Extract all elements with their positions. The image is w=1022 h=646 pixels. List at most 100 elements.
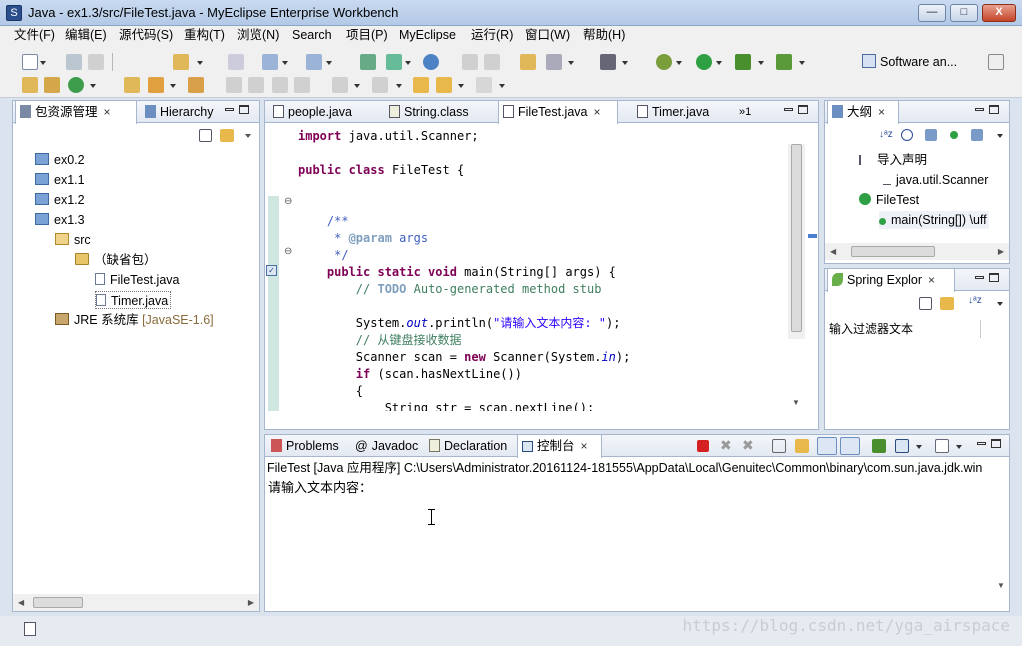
- back-icon[interactable]: [436, 77, 452, 93]
- pencil-icon[interactable]: [248, 77, 264, 93]
- search-dropdown-icon[interactable]: [326, 61, 332, 65]
- tree-item-src[interactable]: src: [55, 231, 91, 249]
- next-annotation-down-icon[interactable]: [332, 77, 348, 93]
- minimize-view-icon[interactable]: [784, 108, 793, 111]
- tab-declaration[interactable]: Declaration: [425, 435, 507, 457]
- toggle-mark-icon[interactable]: [226, 77, 242, 93]
- deploy-icon[interactable]: [360, 54, 376, 70]
- format-icon[interactable]: [228, 54, 244, 70]
- filter-input[interactable]: 输入过滤器文本: [827, 320, 981, 338]
- scroll-lock-icon[interactable]: [795, 439, 809, 453]
- run-dropdown-icon[interactable]: [716, 61, 722, 65]
- menu-file[interactable]: 文件(F): [14, 28, 55, 43]
- forward-icon[interactable]: [476, 77, 492, 93]
- coverage-dropdown-icon[interactable]: [799, 61, 805, 65]
- restore-button[interactable]: □: [950, 4, 978, 22]
- scroll-left-icon[interactable]: ◀: [18, 598, 24, 607]
- fold-toggle-icon[interactable]: ⊖: [284, 196, 292, 207]
- tree-item-ex1-1[interactable]: ex1.1: [35, 171, 85, 189]
- prev-annotation-icon[interactable]: [372, 77, 388, 93]
- tab-timer-java[interactable]: Timer.java: [633, 101, 709, 123]
- tool-dropdown-icon[interactable]: [170, 84, 176, 88]
- scroll-right-icon[interactable]: ▶: [998, 247, 1004, 256]
- tree-item-jre-library[interactable]: JRE 系统库 [JavaSE-1.6]: [55, 311, 214, 329]
- tree-item-ex0-2[interactable]: ex0.2: [35, 151, 85, 169]
- perspective-switcher[interactable]: Software an...: [862, 52, 957, 72]
- maximize-view-icon[interactable]: [989, 105, 999, 114]
- view-menu-icon[interactable]: [245, 134, 251, 138]
- open-perspective-icon[interactable]: [988, 54, 1004, 70]
- close-window-button[interactable]: X: [982, 4, 1016, 22]
- minimize-view-icon[interactable]: [975, 108, 984, 111]
- tab-problems[interactable]: Problems: [267, 435, 339, 457]
- whitespace-icon[interactable]: [294, 77, 310, 93]
- link-with-editor-icon[interactable]: [220, 129, 234, 142]
- console-output[interactable]: 请输入文本内容：: [268, 477, 372, 496]
- new-project-icon[interactable]: [22, 77, 38, 93]
- next-dropdown-icon[interactable]: [354, 84, 360, 88]
- next-annotation-icon[interactable]: [262, 54, 278, 70]
- outline-item-main-method[interactable]: main(String[]) \uff: [879, 211, 989, 229]
- menu-myeclipse[interactable]: MyEclipse: [399, 28, 456, 43]
- edit-icon[interactable]: [462, 54, 478, 70]
- scroll-right-icon[interactable]: ▶: [248, 598, 254, 607]
- tree-item-timer-java[interactable]: Timer.java: [95, 291, 172, 309]
- horizontal-scrollbar[interactable]: ◀ ▶: [13, 594, 259, 611]
- scrollbar-thumb[interactable]: [851, 246, 935, 257]
- search-icon[interactable]: [306, 54, 322, 70]
- tab-outline[interactable]: 大纲 ×: [827, 101, 899, 124]
- collapse-all-icon[interactable]: [199, 129, 212, 142]
- outline-horizontal-scrollbar[interactable]: ◀ ▶: [825, 243, 1009, 260]
- block-select-icon[interactable]: [272, 77, 288, 93]
- run-external-icon[interactable]: [735, 54, 751, 70]
- tree-item-ex1-2[interactable]: ex1.2: [35, 191, 85, 209]
- menu-source[interactable]: 源代码(S): [119, 28, 173, 43]
- tab-string-class[interactable]: String.class: [385, 101, 469, 123]
- forward-dropdown-icon[interactable]: [499, 84, 505, 88]
- new-dropdown-icon[interactable]: [40, 61, 46, 65]
- code-editor[interactable]: ⊖ ⊖ ✓ import java.util.Scanner; public c…: [265, 124, 805, 411]
- scrollbar-thumb[interactable]: [791, 144, 802, 332]
- close-tab-icon[interactable]: ×: [928, 273, 935, 287]
- overview-ruler-marker[interactable]: [808, 234, 817, 238]
- debug-icon[interactable]: [656, 54, 672, 70]
- fold-toggle-icon[interactable]: ⊖: [284, 246, 292, 257]
- open-folder-icon[interactable]: [124, 77, 140, 93]
- new-package-icon[interactable]: [44, 77, 60, 93]
- tree-item-default-package[interactable]: （缺省包）: [75, 251, 157, 269]
- new-class-icon[interactable]: [68, 77, 84, 93]
- hide-static-icon[interactable]: [925, 129, 937, 141]
- close-tab-icon[interactable]: ×: [104, 105, 111, 119]
- scroll-down-icon[interactable]: ▼: [997, 581, 1005, 590]
- outline-item-filetest[interactable]: FileTest: [859, 191, 919, 209]
- show-stdout-icon[interactable]: [817, 437, 837, 455]
- task-marker-icon[interactable]: ✓: [266, 265, 277, 276]
- minimize-view-icon[interactable]: [975, 276, 984, 279]
- tab-hierarchy[interactable]: Hierarchy: [141, 101, 214, 123]
- coverage-icon[interactable]: [776, 54, 792, 70]
- back-dropdown-icon[interactable]: [458, 84, 464, 88]
- menu-refactor[interactable]: 重构(T): [184, 28, 225, 43]
- view-menu-icon[interactable]: [997, 134, 1003, 138]
- display-console-dropdown-icon[interactable]: [916, 445, 922, 449]
- server-icon[interactable]: [386, 54, 402, 70]
- hide-nonpublic-icon[interactable]: [950, 131, 958, 139]
- menu-edit[interactable]: 编辑(E): [65, 28, 107, 43]
- clear-console-icon[interactable]: [772, 439, 786, 453]
- open-type-dropdown-icon[interactable]: [197, 61, 203, 65]
- save-icon[interactable]: [66, 54, 82, 70]
- minimize-view-icon[interactable]: [225, 108, 234, 111]
- tab-javadoc[interactable]: @ Javadoc: [351, 435, 418, 457]
- scrollbar-thumb[interactable]: [33, 597, 83, 608]
- camera-icon[interactable]: [600, 54, 616, 70]
- settings-icon[interactable]: [546, 54, 562, 70]
- terminate-icon[interactable]: [697, 440, 709, 452]
- outline-item-imports[interactable]: 导入声明: [859, 151, 927, 169]
- new-icon[interactable]: [22, 54, 38, 70]
- menu-navigate[interactable]: 浏览(N): [237, 28, 279, 43]
- show-stderr-icon[interactable]: [840, 437, 860, 455]
- camera-dropdown-icon[interactable]: [622, 61, 628, 65]
- hide-fields-icon[interactable]: [901, 129, 913, 141]
- link-with-editor-icon[interactable]: [940, 297, 954, 310]
- close-tab-icon[interactable]: ×: [878, 105, 885, 119]
